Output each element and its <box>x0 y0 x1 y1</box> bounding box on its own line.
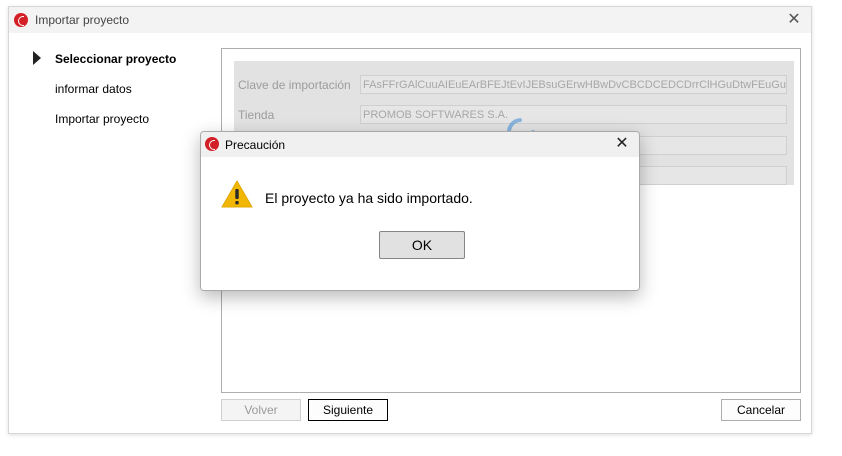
close-icon[interactable]: ✕ <box>783 9 805 31</box>
dialog-title-bar: Precaución ✕ <box>201 132 639 157</box>
precaution-dialog: Precaución ✕ El proyecto ya ha sido impo… <box>200 131 640 291</box>
import-key-field[interactable]: FAsFFrGAlCuuAIEuEArBFEJtEvIJEBsuGErwHBwD… <box>360 75 787 94</box>
window-title: Importar proyecto <box>35 13 130 27</box>
next-button[interactable]: Siguiente <box>308 399 388 421</box>
step-select-project: Seleccionar proyecto <box>55 52 177 66</box>
dialog-app-logo-icon <box>205 137 219 151</box>
step-import-project: Importar proyecto <box>55 112 150 126</box>
dialog-title: Precaución <box>225 138 286 152</box>
title-bar: Importar proyecto ✕ <box>9 7 811 33</box>
step-inform-data: informar datos <box>55 82 132 96</box>
store-field[interactable]: PROMOB SOFTWARES S.A. <box>360 105 787 124</box>
cancel-button[interactable]: Cancelar <box>721 399 801 421</box>
dialog-close-icon[interactable]: ✕ <box>611 133 633 155</box>
dialog-body: El proyecto ya ha sido importado. OK <box>201 157 639 290</box>
import-key-label: Clave de importación <box>238 78 351 92</box>
dialog-message: El proyecto ya ha sido importado. <box>265 190 473 206</box>
ok-button[interactable]: OK <box>379 231 465 259</box>
current-step-arrow-icon <box>33 51 41 65</box>
back-button[interactable]: Volver <box>221 399 301 421</box>
app-logo-icon <box>14 13 28 27</box>
store-label: Tienda <box>238 108 275 122</box>
warning-icon <box>221 180 253 208</box>
